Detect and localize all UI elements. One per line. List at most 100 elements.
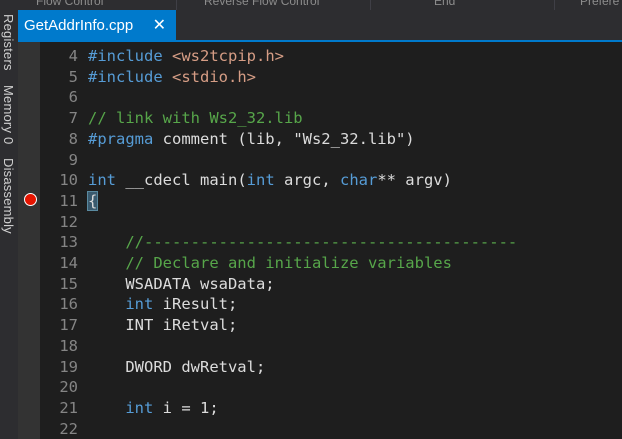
toolbar-item-reverse-flow-control[interactable]: Reverse Flow Control (204, 0, 319, 8)
line-number: 19 (59, 357, 78, 376)
code-line[interactable]: 18 (40, 336, 622, 357)
toolbar-item-end[interactable]: End (434, 0, 455, 8)
line-number: 11 (59, 191, 78, 210)
side-tab-memory[interactable]: Memory 0 (1, 85, 16, 144)
line-number: 14 (59, 254, 78, 272)
line-number: 10 (59, 171, 78, 190)
code-line[interactable]: 15 WSADATA wsaData; (40, 274, 622, 295)
code-line[interactable]: 8 #pragma comment (lib, "Ws2_32.lib") (40, 129, 622, 150)
code-token: WSADATA wsaData; (88, 274, 275, 293)
code-line[interactable]: 4 #include <ws2tcpip.h> (40, 46, 622, 67)
code-line[interactable]: 12 (40, 212, 622, 233)
code-line[interactable]: 6 (40, 87, 622, 108)
line-number: 16 (59, 295, 78, 314)
side-tab-disassembly[interactable]: Disassembly (1, 158, 16, 234)
line-number: 12 (59, 212, 78, 231)
code-line[interactable]: 10 int __cdecl main(int argc, char** argv… (40, 170, 622, 191)
code-token: INT iRetval; (88, 316, 238, 335)
line-number: 4 (68, 47, 78, 65)
code-line[interactable]: 5 #include <stdio.h> (40, 67, 622, 88)
comment-token: // link with Ws2_32.lib (88, 109, 303, 128)
code-text[interactable]: WSADATA wsaData; (88, 274, 275, 295)
line-number: 17 (59, 316, 78, 335)
code-text[interactable]: DWORD dwRetval; (88, 357, 265, 378)
code-token: ) (405, 129, 415, 148)
line-number: 18 (59, 336, 78, 355)
editor-tab-bar: GetAddrInfo.cpp ✕ (0, 10, 622, 40)
code-line[interactable]: 13 //-----------------------------------… (40, 232, 622, 253)
code-line[interactable]: 7 // link with Ws2_32.lib (40, 108, 622, 129)
code-token: DWORD dwRetval; (88, 357, 266, 376)
code-text[interactable]: { (86, 190, 99, 212)
keyword-token: #pragma (88, 129, 154, 148)
code-line[interactable]: 19 DWORD dwRetval; (40, 357, 622, 378)
line-number: 20 (59, 378, 78, 397)
code-token: "Ws2_32.lib" (293, 129, 406, 148)
side-panel-tabs: Registers Memory 0 Disassembly (1, 14, 16, 244)
code-line[interactable]: 14 // Declare and initialize variables (40, 253, 622, 274)
code-text[interactable]: int i = 1; (88, 398, 219, 419)
string-token: <ws2tcpip.h> (172, 47, 284, 65)
line-number: 9 (68, 150, 78, 169)
code-token: iResult; (153, 295, 238, 314)
code-token: comment (lib, (153, 129, 294, 148)
code-token: argc, (274, 171, 340, 190)
code-token: ** argv) (377, 171, 452, 190)
keyword-token: int (125, 398, 154, 417)
close-icon[interactable]: ✕ (153, 16, 166, 34)
toolbar-separator (554, 0, 555, 10)
line-number: 21 (59, 398, 78, 417)
line-number: 15 (59, 274, 78, 293)
code-text[interactable]: #include <ws2tcpip.h> (88, 46, 284, 67)
code-text[interactable]: // Declare and initialize variables (88, 253, 452, 274)
comment-token: //--------------------------------------… (88, 233, 518, 252)
code-token: i = 1; (153, 398, 219, 417)
tab-title: GetAddrInfo.cpp (24, 16, 134, 34)
code-text[interactable]: INT iRetval; (88, 315, 237, 336)
line-number: 6 (68, 88, 78, 107)
toolbar-separator (176, 0, 177, 10)
toolbar-separator (370, 0, 371, 10)
toolbar-item-preferences[interactable]: Prefere (580, 0, 619, 8)
code-text[interactable]: // link with Ws2_32.lib (88, 108, 303, 129)
side-panel: Registers Memory 0 Disassembly (0, 10, 18, 439)
keyword-token: int (88, 171, 116, 190)
code-editor[interactable]: 4 #include <ws2tcpip.h> 5 #include <stdio.h… (40, 42, 622, 439)
line-number: 22 (59, 419, 78, 438)
breakpoint-margin[interactable] (18, 42, 40, 439)
debug-toolbar: Flow Control Reverse Flow Control End Pr… (0, 0, 622, 10)
code-line[interactable]: 17 INT iRetval; (40, 315, 622, 336)
code-text[interactable]: int __cdecl main(int argc, char** argv) (88, 170, 452, 191)
line-number: 7 (68, 109, 78, 128)
toolbar-item-flow-control[interactable]: Flow Control (36, 0, 103, 8)
code-text[interactable]: #pragma comment (lib, "Ws2_32.lib") (88, 129, 415, 150)
code-line[interactable]: 9 (40, 150, 622, 171)
code-line[interactable]: 11 { (40, 190, 622, 212)
comment-token: // Declare and initialize variables (88, 254, 452, 272)
code-text[interactable]: #include <stdio.h> (88, 67, 256, 88)
code-line[interactable]: 22 (40, 419, 622, 439)
keyword-token: #include (88, 67, 163, 86)
keyword-token: #include (88, 47, 163, 65)
keyword-token: int (246, 171, 275, 190)
code-line[interactable]: 21 int i = 1; (40, 398, 622, 419)
tab-getaddrinfo-cpp[interactable]: GetAddrInfo.cpp ✕ (18, 10, 176, 40)
keyword-token: int (125, 295, 154, 314)
code-text[interactable]: //--------------------------------------… (88, 232, 517, 253)
line-number: 13 (59, 233, 78, 252)
code-text[interactable]: int iResult; (88, 294, 237, 315)
code-line[interactable]: 20 (40, 377, 622, 398)
line-number: 5 (68, 67, 78, 86)
line-number: 8 (68, 129, 78, 148)
string-token: <stdio.h> (172, 67, 256, 86)
matched-brace: { (86, 190, 99, 211)
code-token: __cdecl main( (116, 171, 247, 190)
breakpoint-icon[interactable] (24, 193, 37, 206)
side-tab-registers[interactable]: Registers (1, 14, 16, 71)
code-line[interactable]: 16 int iResult; (40, 294, 622, 315)
keyword-token: char (339, 171, 378, 190)
